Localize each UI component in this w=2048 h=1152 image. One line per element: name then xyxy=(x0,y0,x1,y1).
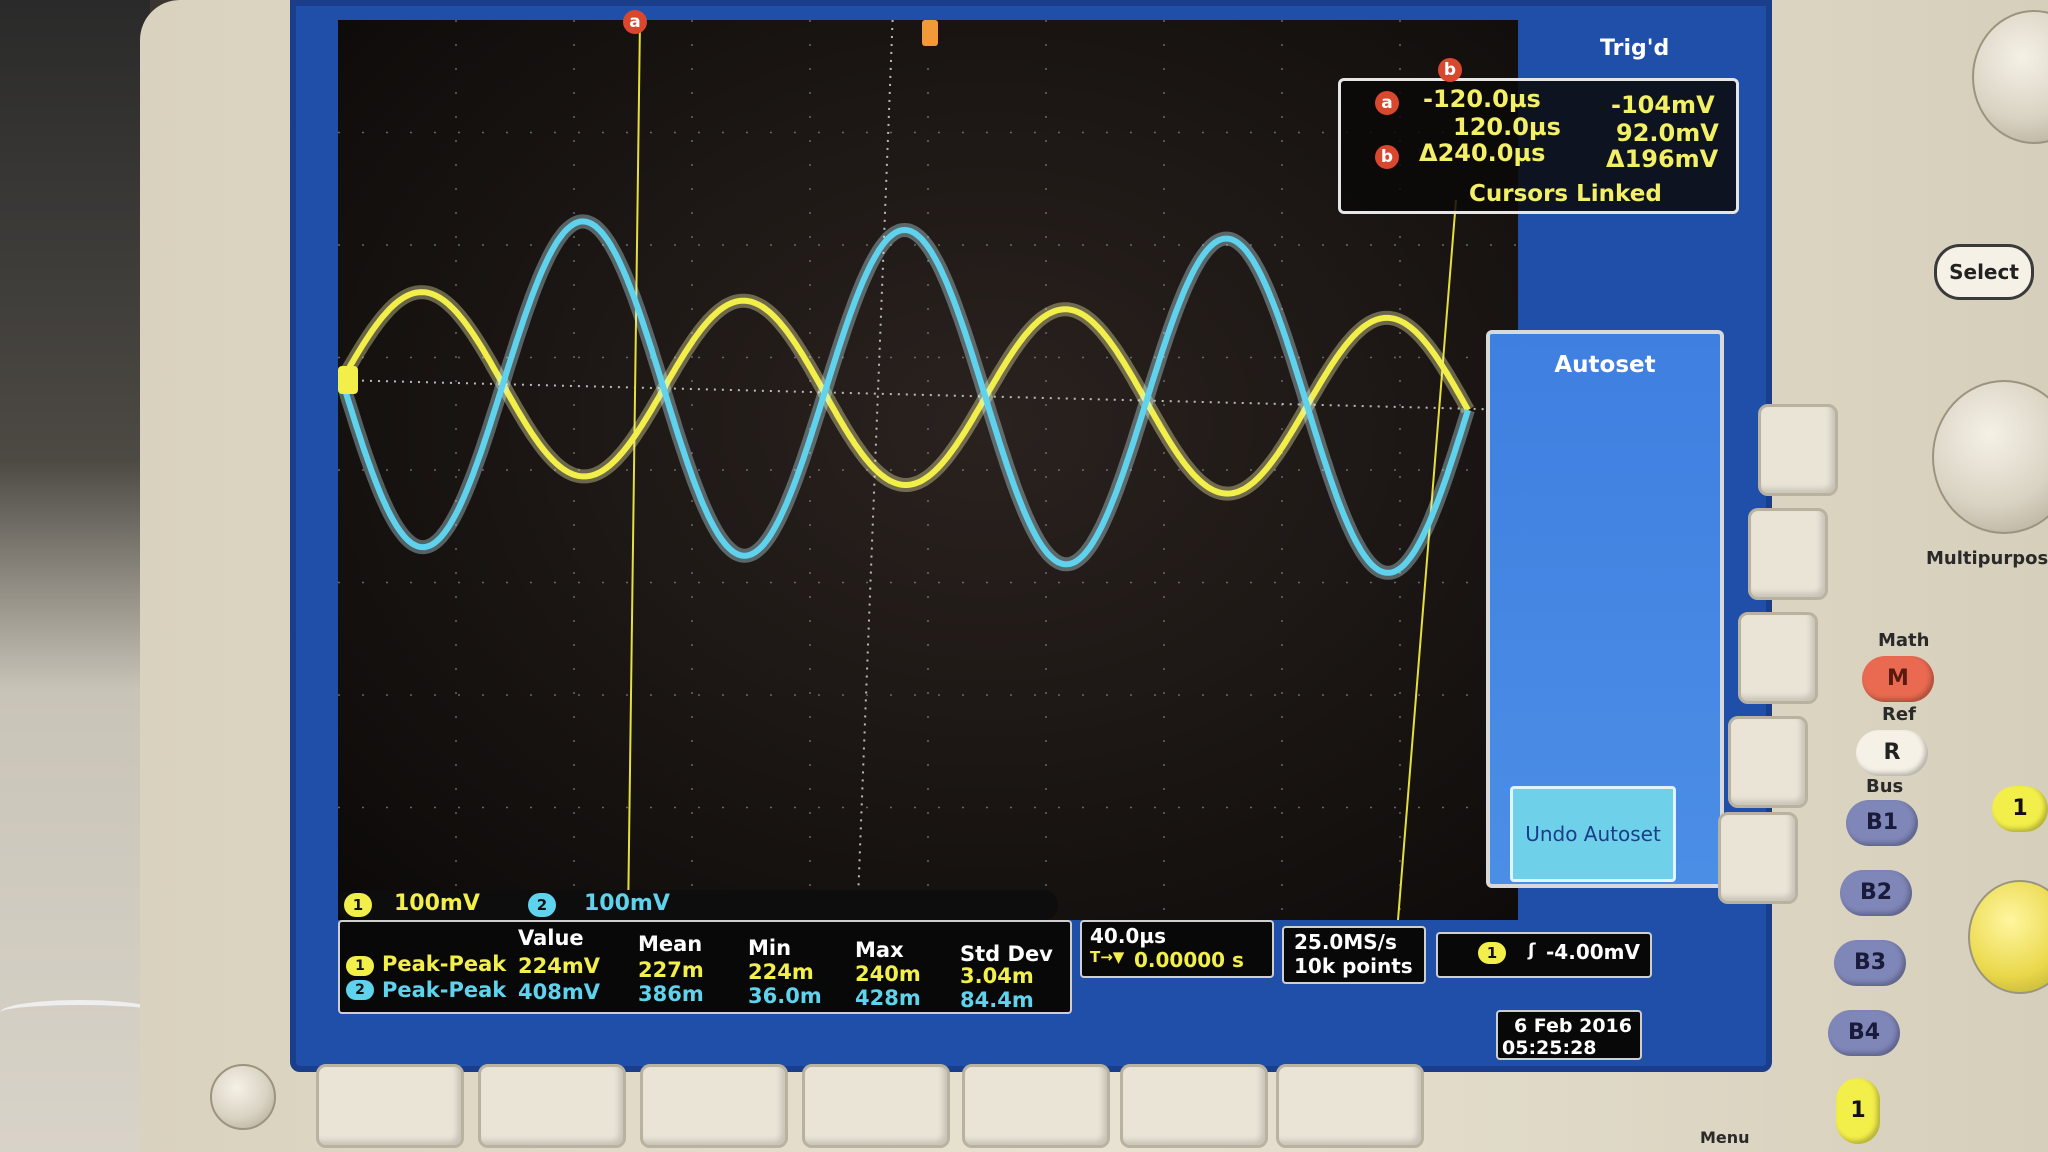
menu-label: Menu xyxy=(1700,1128,1750,1147)
cursor-b-badge: b xyxy=(1375,145,1399,169)
row1-mean: 227m xyxy=(638,958,704,982)
row2-std-dev: 84.4m xyxy=(960,988,1034,1012)
bus-b2-button[interactable]: B2 xyxy=(1840,870,1912,916)
datetime-box: 6 Feb 2016 05:25:28 xyxy=(1496,1010,1642,1060)
bottom-menu-button-3[interactable] xyxy=(640,1064,788,1148)
trigger-status: Trig'd xyxy=(1600,36,1670,61)
cursor-a-badge: a xyxy=(1375,91,1399,115)
bottom-menu-button-4[interactable] xyxy=(802,1064,950,1148)
row1-value: 224mV xyxy=(518,954,600,978)
ch1-input-button[interactable]: 1 xyxy=(1836,1078,1880,1144)
bottom-menu-button-1[interactable] xyxy=(316,1064,464,1148)
row1-max: 240m xyxy=(855,962,921,986)
side-menu-button-4[interactable] xyxy=(1728,716,1808,808)
bus-b3-button[interactable]: B3 xyxy=(1834,940,1906,986)
row1-min: 224m xyxy=(748,960,814,984)
rising-edge-icon: ʃ xyxy=(1528,940,1536,961)
row2-min: 36.0m xyxy=(748,984,822,1008)
cursors-linked-label: Cursors Linked xyxy=(1469,181,1662,207)
autoset-menu-title: Autoset xyxy=(1554,352,1656,378)
ch1-ground-marker xyxy=(338,366,358,394)
background-desk xyxy=(0,0,150,1152)
cursor-b-time: 120.0µs xyxy=(1453,113,1561,141)
side-menu-button-3[interactable] xyxy=(1738,612,1818,704)
header-max: Max xyxy=(855,938,904,962)
measurement-table: Value Mean Min Max Std Dev 1 Peak-Peak 2… xyxy=(338,920,1072,1014)
cursor-b-volt: 92.0mV xyxy=(1616,119,1719,147)
ref-label: Ref xyxy=(1882,704,1916,725)
cable xyxy=(0,1000,160,1025)
row2-name: Peak-Peak xyxy=(382,978,507,1002)
channel-scale-bar: 1 100mV 2 100mV xyxy=(338,890,1058,920)
timebase-box: 40.0µs T→▼ 0.00000 s xyxy=(1080,920,1274,978)
bus-b4-button[interactable]: B4 xyxy=(1828,1010,1900,1056)
ch2-badge[interactable]: 2 xyxy=(528,893,556,917)
header-value: Value xyxy=(518,926,584,950)
ref-button[interactable]: R xyxy=(1856,730,1928,776)
cursor-a-marker[interactable]: a xyxy=(623,10,647,34)
trigger-position-marker xyxy=(922,20,938,46)
side-menu-button-5[interactable] xyxy=(1718,812,1798,904)
row1-channel-badge: 1 xyxy=(346,956,374,976)
bus-label: Bus xyxy=(1866,776,1904,797)
header-mean: Mean xyxy=(638,932,703,956)
row2-max: 428m xyxy=(855,986,921,1010)
ch1-badge[interactable]: 1 xyxy=(344,893,372,917)
sample-rate: 25.0MS/s xyxy=(1294,930,1397,954)
trigger-channel-badge: 1 xyxy=(1478,942,1506,964)
row2-mean: 386m xyxy=(638,982,704,1006)
autoset-menu: Autoset Undo Autoset xyxy=(1486,330,1724,888)
time-label: 05:25:28 xyxy=(1502,1037,1597,1059)
side-menu-button-1[interactable] xyxy=(1758,404,1838,496)
trigger-position: 0.00000 s xyxy=(1134,948,1244,972)
row2-channel-badge: 2 xyxy=(346,980,374,1000)
record-length: 10k points xyxy=(1294,954,1413,978)
bottom-menu-button-5[interactable] xyxy=(962,1064,1110,1148)
ch1-scale: 100mV xyxy=(394,891,480,916)
math-button[interactable]: M xyxy=(1862,656,1934,702)
cursor-b-marker[interactable]: b xyxy=(1438,58,1462,82)
header-min: Min xyxy=(748,936,792,960)
acquisition-box: 25.0MS/s 10k points xyxy=(1282,926,1426,984)
row1-name: Peak-Peak xyxy=(382,952,507,976)
cursor-a-volt: -104mV xyxy=(1611,91,1715,119)
select-button[interactable]: Select xyxy=(1934,244,2034,300)
timebase-scale: 40.0µs xyxy=(1090,924,1166,948)
ch2-scale: 100mV xyxy=(584,891,670,916)
row2-value: 408mV xyxy=(518,980,600,1004)
date-label: 6 Feb 2016 xyxy=(1513,1015,1632,1037)
trigger-level: -4.00mV xyxy=(1546,940,1640,964)
bottom-menu-button-6[interactable] xyxy=(1120,1064,1268,1148)
bottom-menu-button-2[interactable] xyxy=(478,1064,626,1148)
trigger-box: 1 ʃ -4.00mV xyxy=(1436,932,1652,978)
bottom-menu-button-7[interactable] xyxy=(1276,1064,1424,1148)
cursor-delta-volt: Δ196mV xyxy=(1606,145,1719,173)
print-button[interactable] xyxy=(210,1064,276,1130)
math-label: Math xyxy=(1878,630,1930,651)
undo-autoset-button[interactable]: Undo Autoset xyxy=(1510,786,1676,882)
cursor-readout: a -120.0µs -104mV 120.0µs 92.0mV b Δ240.… xyxy=(1338,78,1739,214)
cursor-a-time: -120.0µs xyxy=(1423,85,1541,113)
row1-std-dev: 3.04m xyxy=(960,964,1034,988)
side-menu-button-2[interactable] xyxy=(1748,508,1828,600)
multipurpose-label: Multipurpose xyxy=(1926,548,2048,569)
header-std-dev: Std Dev xyxy=(960,942,1053,966)
cursor-delta-time: Δ240.0µs xyxy=(1419,139,1546,167)
cursor-a-line xyxy=(627,20,641,920)
trigger-position-icon: T→▼ xyxy=(1090,948,1125,966)
bus-b1-button[interactable]: B1 xyxy=(1846,800,1918,846)
ch1-button[interactable]: 1 xyxy=(1992,786,2048,832)
